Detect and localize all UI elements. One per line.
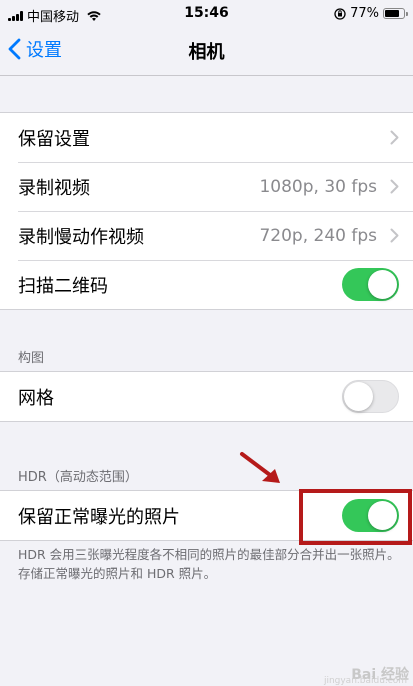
grid-toggle[interactable] xyxy=(342,380,399,413)
page-title: 相机 xyxy=(188,42,225,63)
battery-icon xyxy=(383,8,408,19)
row-grid: 网格 xyxy=(0,372,413,421)
watermark-url: jingyan.baidu.com xyxy=(323,676,407,686)
row-label: 保留正常曝光的照片 xyxy=(18,506,180,528)
annotation-highlight-box xyxy=(299,489,412,545)
chevron-right-icon xyxy=(390,130,399,145)
nav-divider xyxy=(0,75,413,76)
row-label: 网格 xyxy=(18,387,54,409)
row-label: 录制慢动作视频 xyxy=(18,226,144,248)
hdr-footer-note: HDR 会用三张曝光程度各不相同的照片的最佳部分合并出一张照片。存储正常曝光的照… xyxy=(18,547,400,581)
row-label: 保留设置 xyxy=(18,128,90,150)
section-header-composition: 构图 xyxy=(18,351,45,366)
battery-percent: 77% xyxy=(350,6,379,21)
chevron-right-icon xyxy=(390,179,399,194)
navigation-bar: 设置 相机 xyxy=(0,28,413,72)
chevron-right-icon xyxy=(390,228,399,243)
toggle-knob xyxy=(368,270,397,299)
status-bar: 中国移动 15:46 77% xyxy=(0,0,413,28)
row-label: 录制视频 xyxy=(18,177,90,199)
toggle-knob xyxy=(344,382,373,411)
settings-group-composition: 网格 xyxy=(0,371,413,422)
annotation-arrow-icon xyxy=(240,452,280,483)
section-header-hdr: HDR（高动态范围） xyxy=(18,470,138,485)
row-value: 1080p, 30 fps xyxy=(259,176,377,197)
orientation-lock-icon xyxy=(334,7,346,20)
scan-qr-toggle[interactable] xyxy=(342,268,399,301)
row-label: 扫描二维码 xyxy=(18,275,108,297)
row-record-slomo[interactable]: 录制慢动作视频 720p, 240 fps xyxy=(0,211,413,260)
row-keep-settings[interactable]: 保留设置 xyxy=(0,113,413,162)
settings-group-main: 保留设置 录制视频 1080p, 30 fps 录制慢动作视频 720p, 24… xyxy=(0,112,413,310)
row-scan-qr: 扫描二维码 xyxy=(0,260,413,309)
status-right: 77% xyxy=(334,6,408,21)
row-value: 720p, 240 fps xyxy=(259,225,377,246)
row-record-video[interactable]: 录制视频 1080p, 30 fps xyxy=(0,162,413,211)
